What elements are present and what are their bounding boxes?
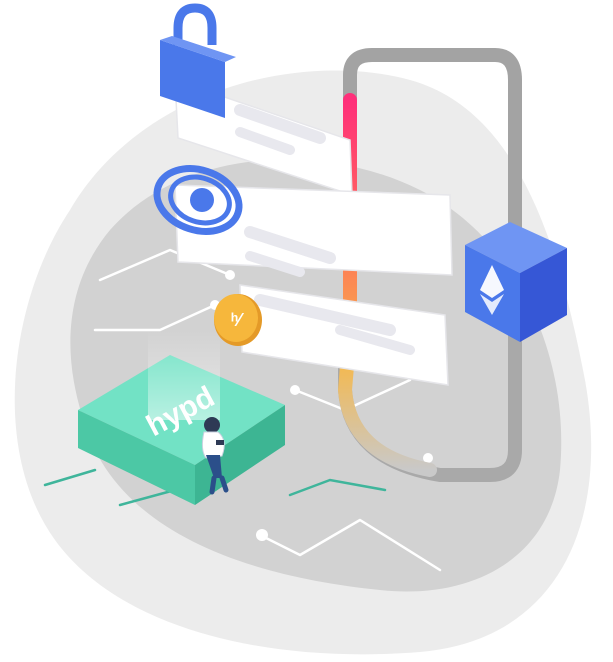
padlock-icon: [160, 3, 236, 118]
illustration-scene: ʰ⁄ hypd: [14, 3, 592, 655]
hypd-coin: ʰ⁄: [214, 294, 262, 346]
